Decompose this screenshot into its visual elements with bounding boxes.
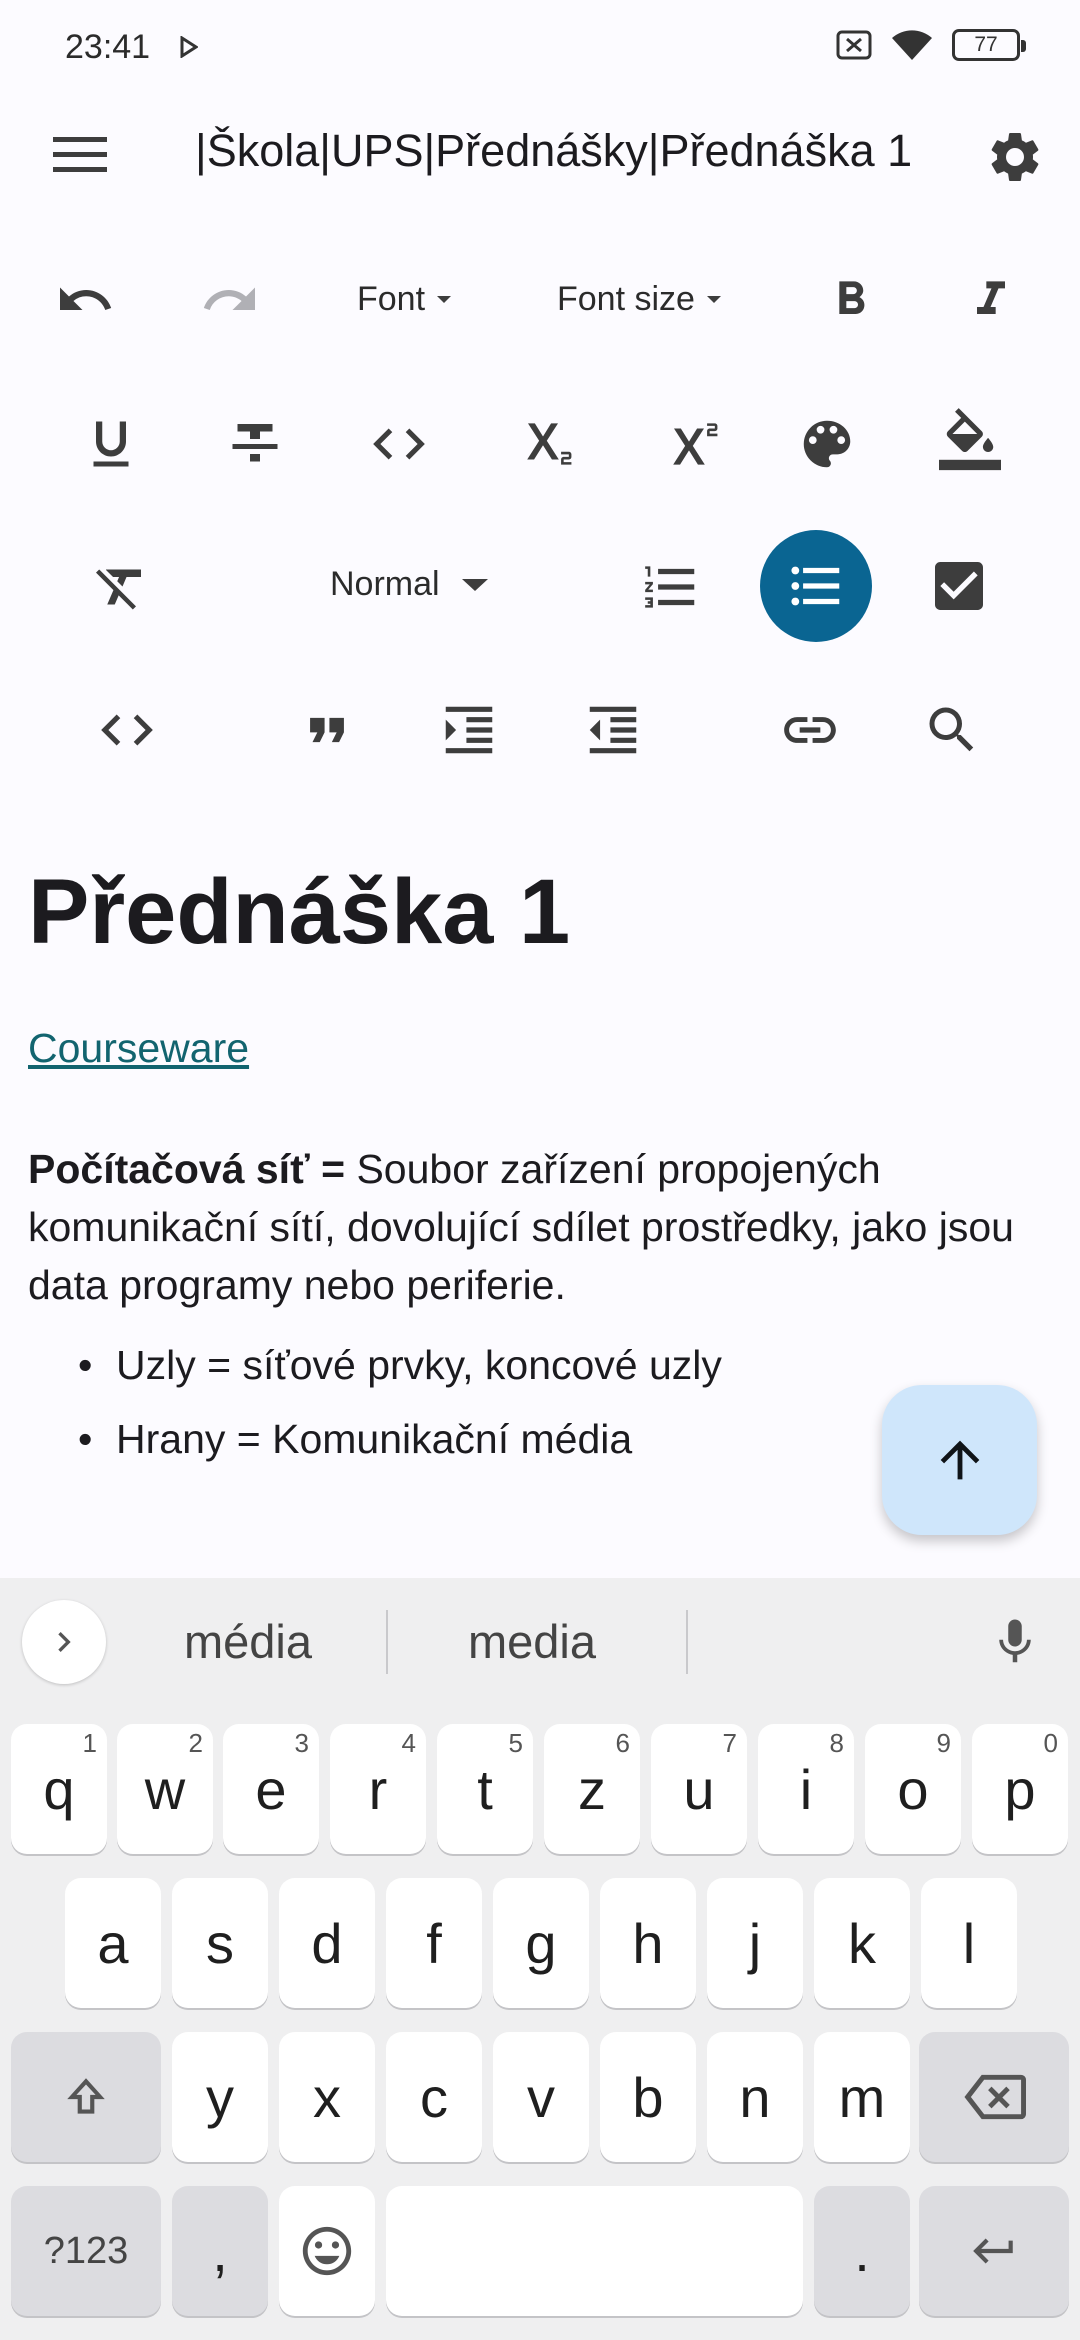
redo-icon[interactable]: [195, 268, 265, 332]
key-s[interactable]: s: [172, 1878, 268, 2008]
font-size-dropdown[interactable]: Font size: [557, 280, 721, 319]
battery-indicator: 77: [952, 29, 1026, 61]
indent-increase-icon[interactable]: [434, 698, 504, 762]
definition-term: Počítačová síť =: [28, 1146, 346, 1192]
arrow-up-icon: [940, 1440, 979, 1480]
play-store-notification-icon: [180, 36, 198, 58]
key-g[interactable]: g: [493, 1878, 589, 2008]
key-p[interactable]: p0: [972, 1724, 1068, 1854]
undo-icon[interactable]: [50, 268, 120, 332]
key-x[interactable]: x: [279, 2032, 375, 2162]
key-f[interactable]: f: [386, 1878, 482, 2008]
key-d[interactable]: d: [279, 1878, 375, 2008]
caret-down-icon: [706, 296, 721, 303]
key-h[interactable]: h: [600, 1878, 696, 2008]
caret-down-icon: [461, 578, 488, 591]
emoji-key[interactable]: [279, 2186, 375, 2316]
checklist-checkbox-icon[interactable]: [924, 552, 994, 620]
settings-gear-icon[interactable]: [980, 122, 1050, 192]
scroll-to-top-button[interactable]: [882, 1385, 1037, 1535]
key-n[interactable]: n: [707, 2032, 803, 2162]
backspace-key[interactable]: [919, 2032, 1069, 2162]
courseware-link[interactable]: Courseware: [28, 1025, 249, 1072]
shift-arrow-icon: [67, 2078, 105, 2114]
bold-icon[interactable]: [820, 268, 882, 332]
enter-arrow-icon: [973, 2238, 1013, 2264]
numbered-list-icon[interactable]: [636, 555, 706, 619]
key-k[interactable]: k: [814, 1878, 910, 2008]
paragraph-style-label: Normal: [330, 565, 440, 603]
bullet-list[interactable]: Uzly = síťové prvky, koncové uzly Hrany …: [78, 1328, 722, 1476]
superscript-icon[interactable]: [654, 410, 724, 478]
font-dropdown[interactable]: Font: [357, 280, 452, 319]
key-q[interactable]: q1: [11, 1724, 107, 1854]
text-color-palette-icon[interactable]: [792, 410, 862, 478]
clear-format-icon[interactable]: [88, 555, 154, 619]
blockquote-icon[interactable]: [294, 698, 360, 762]
key-z[interactable]: z6: [544, 1724, 640, 1854]
note-heading[interactable]: Přednáška 1: [28, 860, 570, 965]
enter-key[interactable]: [919, 2186, 1069, 2316]
indent-decrease-icon[interactable]: [578, 698, 648, 762]
key-j[interactable]: j: [707, 1878, 803, 2008]
key-w[interactable]: w2: [117, 1724, 213, 1854]
key-e[interactable]: e3: [223, 1724, 319, 1854]
suggestion-divider: [686, 1610, 688, 1674]
list-item[interactable]: Hrany = Komunikační média: [78, 1402, 722, 1476]
symbols-key[interactable]: ?123: [11, 2186, 161, 2316]
emoji-smile-icon: [302, 2226, 352, 2276]
key-c[interactable]: c: [386, 2032, 482, 2162]
font-size-dropdown-label: Font size: [557, 280, 695, 318]
status-icons: 77: [836, 28, 1026, 62]
link-icon[interactable]: [775, 698, 845, 762]
key-m[interactable]: m: [814, 2032, 910, 2162]
list-item[interactable]: Uzly = síťové prvky, koncové uzly: [78, 1328, 722, 1402]
wifi-icon: [892, 30, 932, 60]
suggestion-item[interactable]: media: [468, 1614, 596, 1669]
key-y[interactable]: y: [172, 2032, 268, 2162]
bulleted-list-icon[interactable]: [760, 530, 872, 642]
key-i[interactable]: i8: [758, 1724, 854, 1854]
italic-icon[interactable]: [960, 268, 1022, 332]
paragraph-style-dropdown[interactable]: Normal: [330, 565, 488, 604]
suggestion-expand-button[interactable]: [22, 1600, 106, 1684]
definition-paragraph[interactable]: Počítačová síť = Soubor zařízení propoje…: [28, 1140, 1058, 1314]
caret-down-icon: [437, 296, 452, 303]
shift-key[interactable]: [11, 2032, 161, 2162]
key-t[interactable]: t5: [437, 1724, 533, 1854]
backspace-icon: [964, 2074, 1026, 2120]
background-color-fill-icon[interactable]: [935, 405, 1005, 481]
menu-icon[interactable]: [40, 125, 120, 185]
key-v[interactable]: v: [493, 2032, 589, 2162]
subscript-icon[interactable]: [508, 410, 578, 478]
space-key[interactable]: [386, 2186, 803, 2316]
key-b[interactable]: b: [600, 2032, 696, 2162]
key-o[interactable]: o9: [865, 1724, 961, 1854]
search-icon[interactable]: [918, 698, 986, 762]
key-a[interactable]: a: [65, 1878, 161, 2008]
underline-icon[interactable]: [78, 410, 144, 478]
inline-code-icon[interactable]: [364, 410, 434, 478]
sim-off-icon: [836, 30, 872, 60]
key-l[interactable]: l: [921, 1878, 1017, 2008]
font-dropdown-label: Font: [357, 280, 426, 318]
suggestion-divider: [386, 1610, 388, 1674]
key-r[interactable]: r4: [330, 1724, 426, 1854]
code-block-icon[interactable]: [92, 698, 162, 762]
suggestion-item[interactable]: média: [184, 1614, 312, 1669]
strikethrough-icon[interactable]: [222, 410, 288, 478]
status-time: 23:41: [65, 28, 151, 66]
microphone-icon[interactable]: [985, 1610, 1045, 1674]
period-key[interactable]: .: [814, 2186, 910, 2316]
page-title: |Škola|UPS|Přednášky|Přednáška 1: [195, 125, 913, 176]
key-u[interactable]: u7: [651, 1724, 747, 1854]
chevron-right-icon: [58, 1632, 71, 1652]
comma-key[interactable]: ,: [172, 2186, 268, 2316]
